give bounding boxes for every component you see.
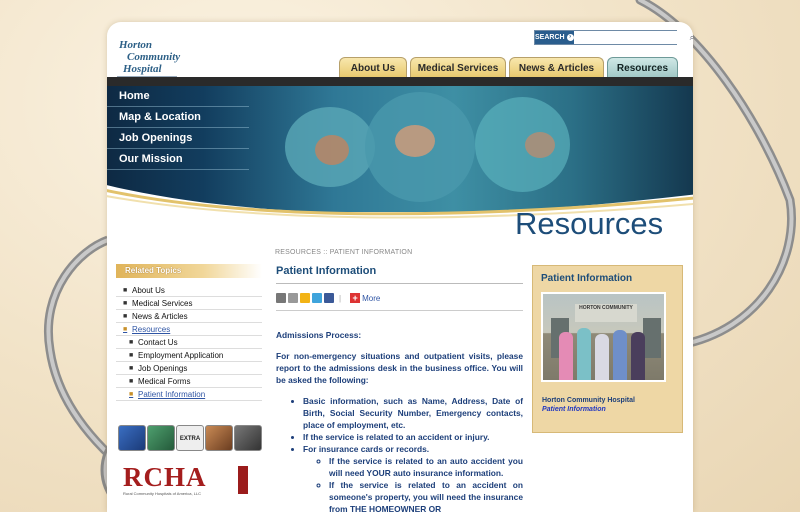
nav-home[interactable]: Home bbox=[107, 86, 249, 107]
related-topics-list: ■ About Us ■ Medical Services ■ News & Arti… bbox=[116, 284, 262, 401]
list-item-text: For insurance cards or records. bbox=[303, 444, 430, 454]
photo-caption-link[interactable]: Patient Information bbox=[542, 406, 606, 413]
tab-news-articles[interactable]: News & Articles bbox=[509, 57, 604, 78]
building-sign: HORTON COMMUNITY bbox=[575, 304, 637, 322]
related-item-label: News & Articles bbox=[132, 311, 188, 321]
search-icon[interactable]: ⌕ bbox=[690, 31, 693, 44]
intro-paragraph: For non-emergency situations and outpati… bbox=[276, 351, 523, 385]
rcha-logo[interactable]: RCHA Rural Community Hospitals of Americ… bbox=[123, 462, 269, 497]
bullet-icon: ■ bbox=[129, 390, 134, 398]
list-item: If the service is related to an accident… bbox=[303, 431, 523, 443]
print-icon[interactable] bbox=[288, 293, 298, 303]
search-button-label: SEARCH bbox=[535, 34, 565, 41]
hospital-logo[interactable]: Horton Community Hospital bbox=[117, 34, 181, 80]
sub-list-item: If the service is related to an accident… bbox=[329, 479, 523, 512]
list-item: For insurance cards or records. If the s… bbox=[303, 443, 523, 512]
tab-resources[interactable]: Resources bbox=[607, 57, 678, 78]
related-item-label: About Us bbox=[132, 285, 165, 295]
related-item-about-us[interactable]: ■ About Us bbox=[116, 284, 262, 297]
share-separator: | bbox=[339, 293, 342, 303]
related-item-label: Employment Application bbox=[138, 350, 224, 360]
related-item-news-articles[interactable]: ■ News & Articles bbox=[116, 310, 262, 323]
insurance-sublist: If the service is related to an auto acc… bbox=[303, 455, 523, 512]
related-item-label: Patient Information bbox=[138, 389, 206, 399]
bullet-icon: ■ bbox=[129, 377, 134, 385]
admissions-list: Basic information, such as Name, Address… bbox=[276, 395, 523, 512]
search-button[interactable]: SEARCH › bbox=[535, 31, 574, 44]
logo-line-2: Community bbox=[127, 51, 181, 63]
related-item-label: Medical Services bbox=[132, 298, 193, 308]
tools-icon[interactable] bbox=[234, 425, 262, 451]
chart-icon[interactable] bbox=[147, 425, 175, 451]
share-toolbar: | + More bbox=[276, 292, 523, 304]
bullet-icon: ■ bbox=[129, 364, 134, 372]
section-title: Admissions Process: bbox=[276, 330, 362, 340]
photo-caption: Horton Community Hospital bbox=[542, 397, 635, 404]
related-item-label: Medical Forms bbox=[138, 376, 191, 386]
go-arrow-icon: › bbox=[566, 34, 574, 41]
rcha-logo-subtitle: Rural Community Hospitals of America, LL… bbox=[123, 491, 202, 496]
related-item-job-openings[interactable]: ■ Job Openings bbox=[116, 362, 262, 375]
side-box-heading: Patient Information bbox=[541, 273, 633, 284]
tab-medical-services[interactable]: Medical Services bbox=[410, 57, 506, 78]
content-divider bbox=[276, 310, 523, 311]
logo-line-3: Hospital bbox=[123, 63, 162, 75]
hero-top-band bbox=[107, 77, 693, 86]
partner-icons: EXTRA bbox=[118, 425, 262, 451]
nav-job-openings[interactable]: Job Openings bbox=[107, 128, 249, 149]
related-item-medical-services[interactable]: ■ Medical Services bbox=[116, 297, 262, 310]
nav-map-location[interactable]: Map & Location bbox=[107, 107, 249, 128]
bullet-icon: ■ bbox=[123, 312, 128, 320]
stethoscope-icon[interactable] bbox=[118, 425, 146, 451]
related-item-label: Contact Us bbox=[138, 337, 178, 347]
facebook-icon[interactable] bbox=[324, 293, 334, 303]
search-input[interactable] bbox=[573, 31, 690, 44]
tab-about-us[interactable]: About Us bbox=[339, 57, 407, 78]
page-container: Horton Community Hospital SEARCH › ⌕ Abo… bbox=[107, 22, 693, 512]
main-content: Patient Information | + More Admissions … bbox=[276, 265, 523, 512]
related-item-label: Resources bbox=[132, 324, 171, 334]
team-icon[interactable] bbox=[205, 425, 233, 451]
related-item-employment-application[interactable]: ■ Employment Application bbox=[116, 349, 262, 362]
bullet-icon: ■ bbox=[129, 338, 134, 346]
nav-our-mission[interactable]: Our Mission bbox=[107, 149, 249, 170]
sub-list-item: If the service is related to an auto acc… bbox=[329, 455, 523, 479]
search-bar: SEARCH › ⌕ bbox=[534, 30, 693, 45]
rcha-logo-bar bbox=[238, 466, 248, 494]
favorite-icon[interactable] bbox=[300, 293, 310, 303]
related-item-contact-us[interactable]: ■ Contact Us bbox=[116, 336, 262, 349]
share-more-label: More bbox=[362, 293, 381, 303]
breadcrumb[interactable]: RESOURCES :: PATIENT INFORMATION bbox=[275, 249, 412, 256]
related-item-resources[interactable]: ■ Resources bbox=[116, 323, 262, 336]
extra-icon[interactable]: EXTRA bbox=[176, 425, 204, 451]
logo-line-1: Horton bbox=[119, 39, 153, 51]
email-icon[interactable] bbox=[276, 293, 286, 303]
share-more-link[interactable]: + More bbox=[350, 293, 380, 303]
bullet-icon: ■ bbox=[123, 299, 128, 307]
bullet-icon: ■ bbox=[123, 325, 128, 333]
related-item-patient-information[interactable]: ■ Patient Information bbox=[116, 388, 262, 401]
related-item-label: Job Openings bbox=[138, 363, 188, 373]
related-topics-heading: Related Topics bbox=[116, 264, 262, 278]
twitter-icon[interactable] bbox=[312, 293, 322, 303]
patient-info-box: Patient Information HORTON COMMUNITY Hor… bbox=[532, 265, 683, 433]
top-tabs: About Us Medical Services News & Article… bbox=[339, 57, 678, 78]
bullet-icon: ■ bbox=[129, 351, 134, 359]
content-heading: Patient Information bbox=[276, 265, 523, 284]
plus-icon: + bbox=[350, 293, 361, 303]
hero-nav: Home Map & Location Job Openings Our Mis… bbox=[107, 86, 249, 170]
rcha-logo-text: RCHA bbox=[123, 462, 207, 492]
staff-photo[interactable]: HORTON COMMUNITY bbox=[541, 292, 666, 382]
list-item: Basic information, such as Name, Address… bbox=[303, 395, 523, 431]
related-item-medical-forms[interactable]: ■ Medical Forms bbox=[116, 375, 262, 388]
page-title: Resources bbox=[515, 206, 664, 241]
bullet-icon: ■ bbox=[123, 286, 128, 294]
